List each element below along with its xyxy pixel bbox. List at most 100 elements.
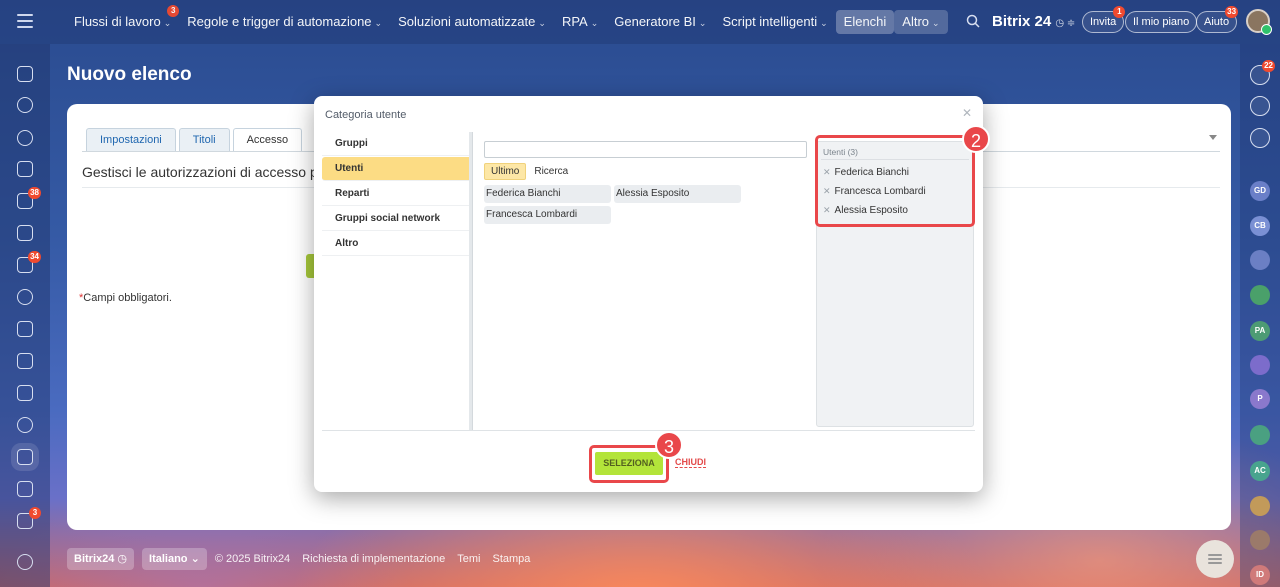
copilot-avatar-icon[interactable] bbox=[1250, 355, 1270, 375]
footer-link-print[interactable]: Stampa bbox=[493, 553, 531, 565]
my-plan-button[interactable]: Il mio piano bbox=[1125, 11, 1198, 33]
menu-item-automated-solutions[interactable]: Soluzioni automatizzate ⌄ bbox=[390, 10, 554, 34]
category-departments[interactable]: Reparti bbox=[322, 182, 472, 206]
schedule-icon[interactable] bbox=[17, 481, 33, 497]
chevron-down-icon: ⌄ bbox=[590, 18, 599, 28]
tab-bar: Impostazioni Titoli Accesso bbox=[86, 128, 305, 152]
list-item[interactable]: Francesca Lombardi bbox=[484, 206, 611, 224]
copyright: © 2025 Bitrix24 bbox=[214, 553, 291, 565]
menu-item-bi-builder[interactable]: Generatore BI ⌄ bbox=[606, 10, 714, 34]
tab-access[interactable]: Accesso bbox=[232, 128, 303, 152]
top-menu: Flussi di lavoro ⌄ 3 Regole e trigger di a… bbox=[66, 5, 948, 34]
tab-settings[interactable]: Impostazioni bbox=[86, 128, 176, 152]
clock-icon: ◷ ≑ bbox=[1055, 18, 1076, 29]
footer-link-implementation[interactable]: Richiesta di implementazione bbox=[302, 553, 445, 565]
chat-icon[interactable] bbox=[17, 130, 33, 146]
dialog-title: Categoria utente bbox=[325, 109, 407, 121]
automation-icon[interactable] bbox=[17, 289, 33, 305]
menu-icon[interactable] bbox=[17, 14, 33, 28]
category-list: Gruppi Utenti Reparti Gruppi social netw… bbox=[322, 132, 472, 257]
tab-recent[interactable]: Ultimo bbox=[484, 163, 527, 180]
chevron-down-icon: ⌄ bbox=[698, 18, 707, 28]
search-input[interactable] bbox=[484, 141, 807, 158]
list-item[interactable]: Alessia Esposito bbox=[614, 185, 741, 203]
invite-button[interactable]: Invita 1 bbox=[1082, 6, 1126, 33]
group-chat-icon[interactable] bbox=[1250, 285, 1270, 305]
chevron-down-icon: ⌄ bbox=[163, 18, 172, 28]
required-note: *Campi obbligatori. bbox=[79, 292, 172, 304]
avatar-p[interactable]: P bbox=[1250, 389, 1270, 409]
close-button[interactable]: CHIUDI bbox=[675, 457, 706, 468]
avatar-ac[interactable]: AC bbox=[1250, 461, 1270, 481]
category-other[interactable]: Altro bbox=[322, 232, 472, 256]
feed-badge: 34 bbox=[28, 251, 41, 263]
footer-link-themes[interactable]: Temi bbox=[457, 553, 480, 565]
footer-brand[interactable]: Bitrix24 ◷ bbox=[67, 548, 135, 570]
task-chat-icon[interactable] bbox=[1250, 425, 1270, 445]
home-icon[interactable] bbox=[17, 66, 33, 82]
avatar-cb[interactable]: CB bbox=[1250, 216, 1270, 236]
avatar-gd[interactable]: GD bbox=[1250, 181, 1270, 201]
calendar-icon[interactable] bbox=[17, 321, 33, 337]
settings-icon[interactable] bbox=[17, 554, 33, 570]
user-avatar[interactable] bbox=[1246, 9, 1272, 35]
filter-icon[interactable]: 34 bbox=[17, 251, 41, 273]
copilot-chat-icon[interactable] bbox=[1250, 96, 1270, 116]
list-item[interactable]: Federica Bianchi bbox=[484, 185, 611, 203]
category-groups[interactable]: Gruppi bbox=[322, 132, 472, 156]
chevron-down-icon: ⌄ bbox=[538, 18, 546, 28]
search-icon[interactable] bbox=[966, 14, 980, 28]
menu-badge: 3 bbox=[167, 5, 180, 17]
invite-badge: 1 bbox=[1113, 6, 1126, 18]
menu-item-lists[interactable]: Elenchi bbox=[835, 10, 895, 34]
category-users[interactable]: Utenti bbox=[322, 157, 472, 181]
quick-menu-button[interactable] bbox=[1196, 540, 1234, 578]
right-sidebar: 22 GD CB PA P AC ID bbox=[1240, 44, 1280, 587]
step-marker-2: 2 bbox=[962, 125, 990, 153]
approvals-badge: 3 bbox=[29, 507, 41, 519]
approvals-icon[interactable]: 3 bbox=[17, 507, 41, 529]
menu-item-rpa[interactable]: RPA ⌄ bbox=[554, 10, 606, 34]
chevron-down-icon: ⌄ bbox=[820, 18, 828, 28]
close-icon[interactable]: ✕ bbox=[962, 106, 972, 120]
language-select[interactable]: Italiano ⌄ bbox=[142, 548, 207, 570]
menu-item-smart-scripts[interactable]: Script intelligenti ⌄ bbox=[714, 10, 835, 34]
avatar-id[interactable]: ID bbox=[1250, 565, 1270, 585]
divider bbox=[322, 430, 975, 431]
access-description: Gestisci le autorizzazioni di accesso pe bbox=[82, 164, 326, 180]
tasks-badge: 38 bbox=[28, 187, 41, 199]
top-bar: Flussi di lavoro ⌄ 3 Regole e trigger di a… bbox=[0, 0, 1280, 44]
bell-icon[interactable]: 22 bbox=[1250, 60, 1275, 85]
video-call-icon[interactable] bbox=[1250, 496, 1270, 516]
chevron-down-icon[interactable] bbox=[1209, 135, 1217, 140]
messenger-icon[interactable] bbox=[1250, 128, 1270, 148]
menu-item-workflows[interactable]: Flussi di lavoro ⌄ 3 bbox=[66, 5, 180, 34]
lists-icon[interactable] bbox=[17, 449, 33, 465]
tab-search[interactable]: Ricerca bbox=[528, 163, 574, 180]
divider bbox=[472, 132, 473, 431]
documents-icon[interactable] bbox=[17, 353, 33, 369]
video-call-icon-2[interactable] bbox=[1250, 530, 1270, 550]
copilot-icon[interactable] bbox=[17, 97, 33, 113]
tab-titles[interactable]: Titoli bbox=[178, 128, 230, 152]
tasks-icon[interactable]: 38 bbox=[17, 187, 41, 209]
footer: Bitrix24 ◷ Italiano ⌄ © 2025 Bitrix24 Ri… bbox=[67, 548, 542, 570]
feed-icon[interactable] bbox=[17, 161, 33, 177]
help-button[interactable]: Aiuto 33 bbox=[1196, 6, 1239, 33]
brand-logo[interactable]: Bitrix 24 ◷ ≑ bbox=[992, 13, 1075, 30]
drive-icon[interactable] bbox=[17, 385, 33, 401]
menu-item-automation-rules[interactable]: Regole e trigger di automazione ⌄ bbox=[179, 10, 390, 34]
online-indicator bbox=[1261, 24, 1272, 35]
contacts-icon[interactable] bbox=[17, 417, 33, 433]
chevron-down-icon: ⌄ bbox=[932, 18, 940, 28]
notifications-badge: 22 bbox=[1262, 60, 1275, 72]
page-title: Nuovo elenco bbox=[67, 64, 192, 85]
left-sidebar: 38 34 3 bbox=[0, 44, 50, 587]
menu-item-more[interactable]: Altro ⌄ bbox=[894, 10, 948, 34]
category-social-groups[interactable]: Gruppi social network bbox=[322, 207, 472, 231]
group-icon[interactable] bbox=[1250, 250, 1270, 270]
subtabs: Ultimo Ricerca bbox=[484, 163, 576, 180]
highlight-selected-users bbox=[815, 135, 975, 227]
mail-icon[interactable] bbox=[17, 225, 33, 241]
avatar-pa[interactable]: PA bbox=[1250, 321, 1270, 341]
